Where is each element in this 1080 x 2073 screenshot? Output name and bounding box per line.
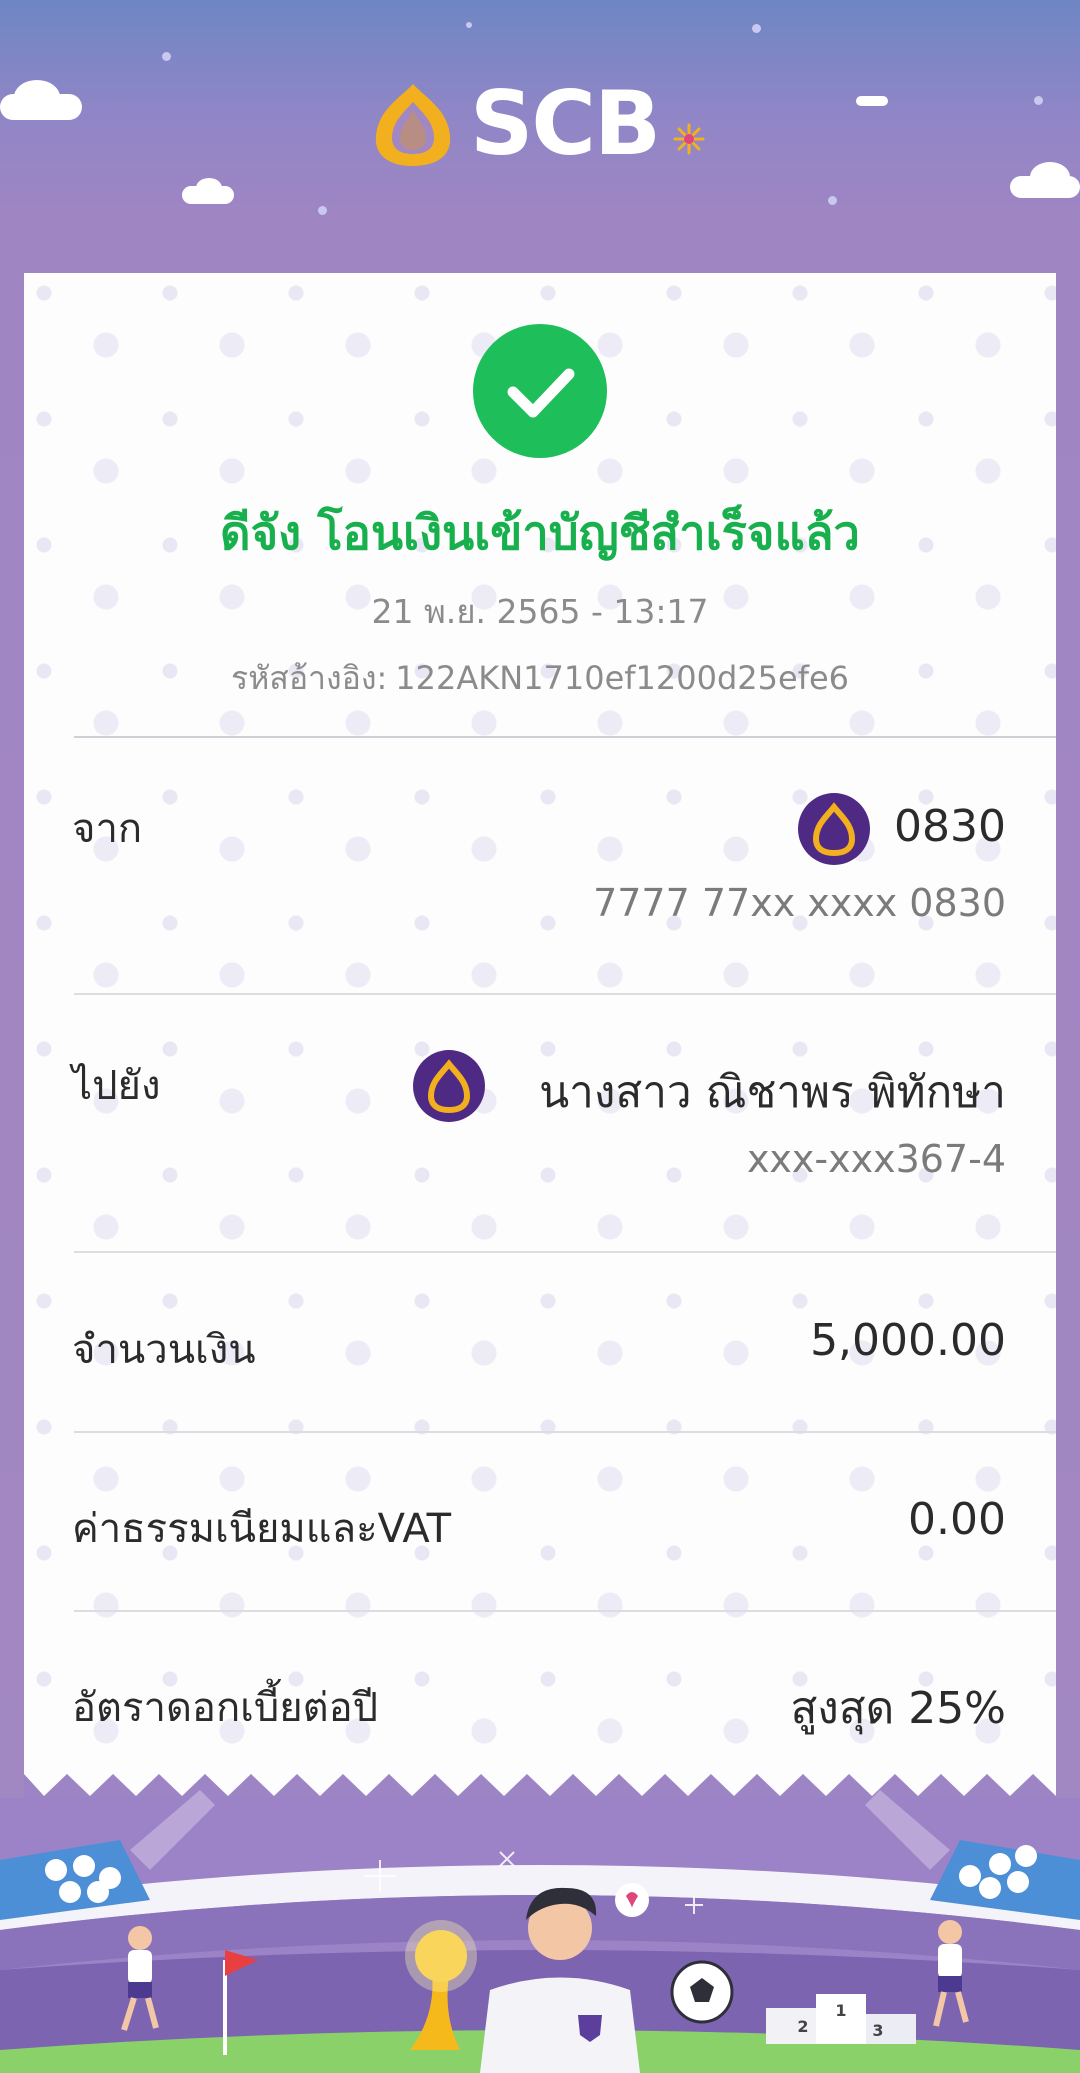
scb-bank-icon (413, 1050, 485, 1122)
podium-number: 2 (797, 2017, 808, 2036)
recipient-account: xxx-xxx367-4 (746, 1137, 1006, 1181)
to-label: ไปยัง (72, 1063, 161, 1109)
star-decoration (466, 22, 472, 28)
interest-label: อัตราดอกเบี้ยต่อปี (72, 1685, 379, 1731)
reference-label: รหัสอ้างอิง: (231, 659, 388, 697)
star-decoration (1034, 96, 1043, 105)
recipient-name: นางสาว ณิชาพร พิทักษา (539, 1067, 1006, 1118)
star-decoration (828, 196, 837, 205)
stadium-illustration: 2 1 3 (0, 1790, 1080, 2073)
sparkle-icon (673, 123, 705, 155)
star-decoration (162, 52, 171, 61)
star-decoration (752, 24, 761, 33)
brand-name: SCB (470, 72, 661, 175)
scb-bank-icon (798, 793, 870, 865)
divider (74, 1251, 1056, 1253)
checkmark-icon (507, 368, 575, 418)
cloud-decoration (1030, 162, 1070, 192)
scb-logo: SCB (366, 72, 726, 182)
success-title: ดีจัง โอนเงินเข้าบัญชีสำเร็จแล้ว (220, 506, 860, 561)
from-account-short: 0830 (894, 801, 1006, 852)
star-decoration (318, 206, 327, 215)
cloud-decoration (14, 80, 60, 114)
divider (74, 1610, 1056, 1612)
from-account-number: 7777 77xx xxxx 0830 (593, 881, 1006, 925)
fee-label: ค่าธรรมเนียมและVAT (72, 1506, 452, 1552)
check-circle-icon (473, 324, 607, 458)
cloud-decoration (856, 96, 888, 106)
podium-number: 3 (872, 2021, 883, 2040)
reference-value: 122AKN1710ef1200d25efe6 (395, 659, 849, 697)
reference-code: รหัสอ้างอิง: 122AKN1710ef1200d25efe6 (24, 653, 1056, 704)
cloud-decoration (196, 178, 222, 198)
podium-number: 1 (835, 2001, 846, 2020)
transfer-receipt-card: ดีจัง โอนเงินเข้าบัญชีสำเร็จแล้ว 21 พ.ย.… (24, 273, 1056, 1798)
header: SCB (0, 0, 1080, 273)
scb-lotus-icon (375, 84, 451, 166)
amount-value: 5,000.00 (810, 1315, 1006, 1366)
fee-value: 0.00 (908, 1494, 1006, 1545)
from-label: จาก (72, 806, 143, 852)
interest-value: สูงสุด 25% (790, 1683, 1006, 1734)
divider (74, 736, 1056, 738)
football-world-cup-banner: 2 1 3 (0, 1760, 1080, 2073)
divider (74, 993, 1056, 995)
divider (74, 1431, 1056, 1433)
amount-label: จำนวนเงิน (72, 1327, 256, 1373)
transaction-datetime: 21 พ.ย. 2565 - 13:17 (371, 592, 709, 631)
